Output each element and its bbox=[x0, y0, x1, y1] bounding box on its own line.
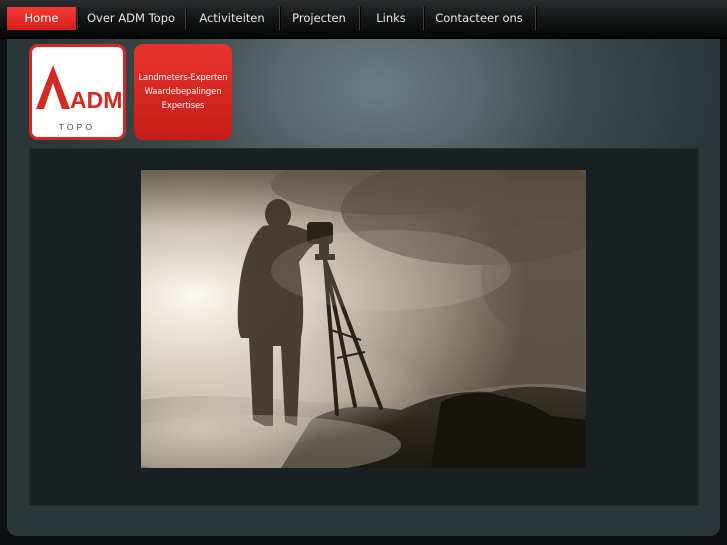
adm-topo-logo[interactable]: ADM TOPO bbox=[29, 44, 126, 140]
nav-over-adm-topo[interactable]: Over ADM Topo bbox=[80, 7, 182, 30]
nav-divider bbox=[185, 7, 186, 30]
nav-divider bbox=[359, 7, 360, 30]
service-line: Waardebepalingen bbox=[144, 86, 222, 96]
logo-graphic: ADM TOPO bbox=[36, 65, 122, 132]
nav-divider bbox=[423, 7, 424, 30]
logo-triangle-icon bbox=[36, 65, 70, 109]
nav-contacteer-ons[interactable]: Contacteer ons bbox=[426, 7, 532, 30]
nav-links[interactable]: Links bbox=[362, 7, 420, 30]
services-badge[interactable]: Landmeters-Experten Waardebepalingen Exp… bbox=[134, 44, 232, 140]
hero-photo bbox=[141, 170, 586, 468]
surveyor-photo-image bbox=[141, 170, 586, 468]
logo-brand-text: ADM bbox=[70, 87, 122, 113]
page: Home Over ADM Topo Activiteiten Projecte… bbox=[0, 0, 727, 545]
nav-projecten[interactable]: Projecten bbox=[282, 7, 356, 30]
service-line: Expertises bbox=[161, 100, 205, 110]
nav-divider bbox=[77, 7, 78, 30]
nav-activiteiten[interactable]: Activiteiten bbox=[188, 7, 276, 30]
service-line: Landmeters-Experten bbox=[138, 72, 228, 82]
nav-divider bbox=[535, 7, 536, 30]
logo-tagline-text: TOPO bbox=[59, 122, 96, 132]
nav-home[interactable]: Home bbox=[7, 7, 76, 30]
top-navigation: Home Over ADM Topo Activiteiten Projecte… bbox=[0, 0, 727, 39]
nav-divider bbox=[279, 7, 280, 30]
page-footer-edge bbox=[0, 536, 727, 545]
